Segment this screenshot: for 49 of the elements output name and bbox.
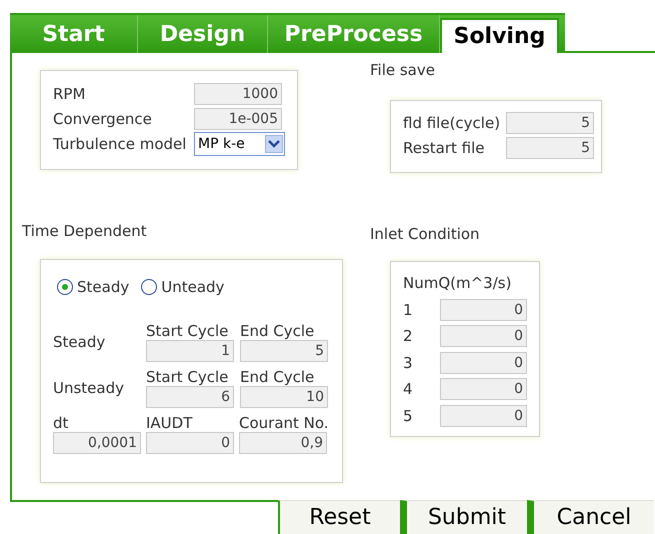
input-field[interactable]: 1000 <box>194 83 282 105</box>
column-header: Start Cycle <box>146 368 230 386</box>
field-label: Turbulence model <box>53 134 188 155</box>
radio-selected[interactable] <box>57 278 73 295</box>
tab[interactable]: Solving <box>440 18 559 53</box>
input-field[interactable]: 0 <box>440 298 527 321</box>
input-field[interactable]: 1e-005 <box>194 108 282 130</box>
row-label: 5 <box>403 406 414 426</box>
column-header: IAUDT <box>146 414 194 432</box>
field-label: RPM <box>53 84 86 105</box>
row-label: Steady <box>53 332 106 353</box>
column-header: dt <box>53 414 70 432</box>
section-title: Time Dependent <box>22 221 148 242</box>
input-field[interactable]: 10 <box>240 386 328 408</box>
column-header: End Cycle <box>240 322 316 340</box>
dropdown[interactable]: MP k-e <box>194 132 285 156</box>
input-field[interactable]: 0 <box>440 378 527 400</box>
input-field[interactable]: 1 <box>146 340 234 362</box>
action-button[interactable]: Reset <box>278 500 400 534</box>
column-header: NumQ(m^3/s) <box>403 273 512 294</box>
field-label: Convergence <box>53 108 153 130</box>
input-field[interactable]: 0 <box>440 325 527 348</box>
input-field[interactable]: 0 <box>440 404 527 427</box>
input-field[interactable]: 0,0001 <box>53 432 141 454</box>
section-title: File save <box>370 60 436 81</box>
input-field[interactable]: 0 <box>440 352 527 374</box>
input-field[interactable]: 0 <box>146 432 234 454</box>
radio-option[interactable]: Unteady <box>141 276 224 298</box>
column-header: End Cycle <box>240 368 316 386</box>
radio-unselected[interactable] <box>141 278 158 295</box>
row-label: 1 <box>403 300 414 320</box>
row-label: 3 <box>403 352 414 374</box>
row-label: Unsteady <box>53 378 126 399</box>
input-field[interactable]: 0,9 <box>239 432 327 454</box>
column-header: Courant No. <box>239 414 327 432</box>
input-field[interactable]: 6 <box>146 386 234 408</box>
row-label: 4 <box>403 379 414 400</box>
row-label: 2 <box>403 326 414 347</box>
chevron-down-icon <box>265 135 283 153</box>
column-header: Start Cycle <box>146 322 230 340</box>
input-field[interactable]: 5 <box>240 340 328 362</box>
field-label: fld file(cycle) <box>403 112 502 134</box>
section-title: Inlet Condition <box>370 224 481 244</box>
radio-option[interactable]: Steady <box>57 276 130 298</box>
input-field[interactable]: 5 <box>506 112 594 134</box>
action-button[interactable]: Cancel <box>527 500 654 534</box>
input-field[interactable]: 5 <box>506 137 594 160</box>
field-label: Restart file <box>403 138 486 159</box>
action-button[interactable]: Submit <box>400 500 527 534</box>
